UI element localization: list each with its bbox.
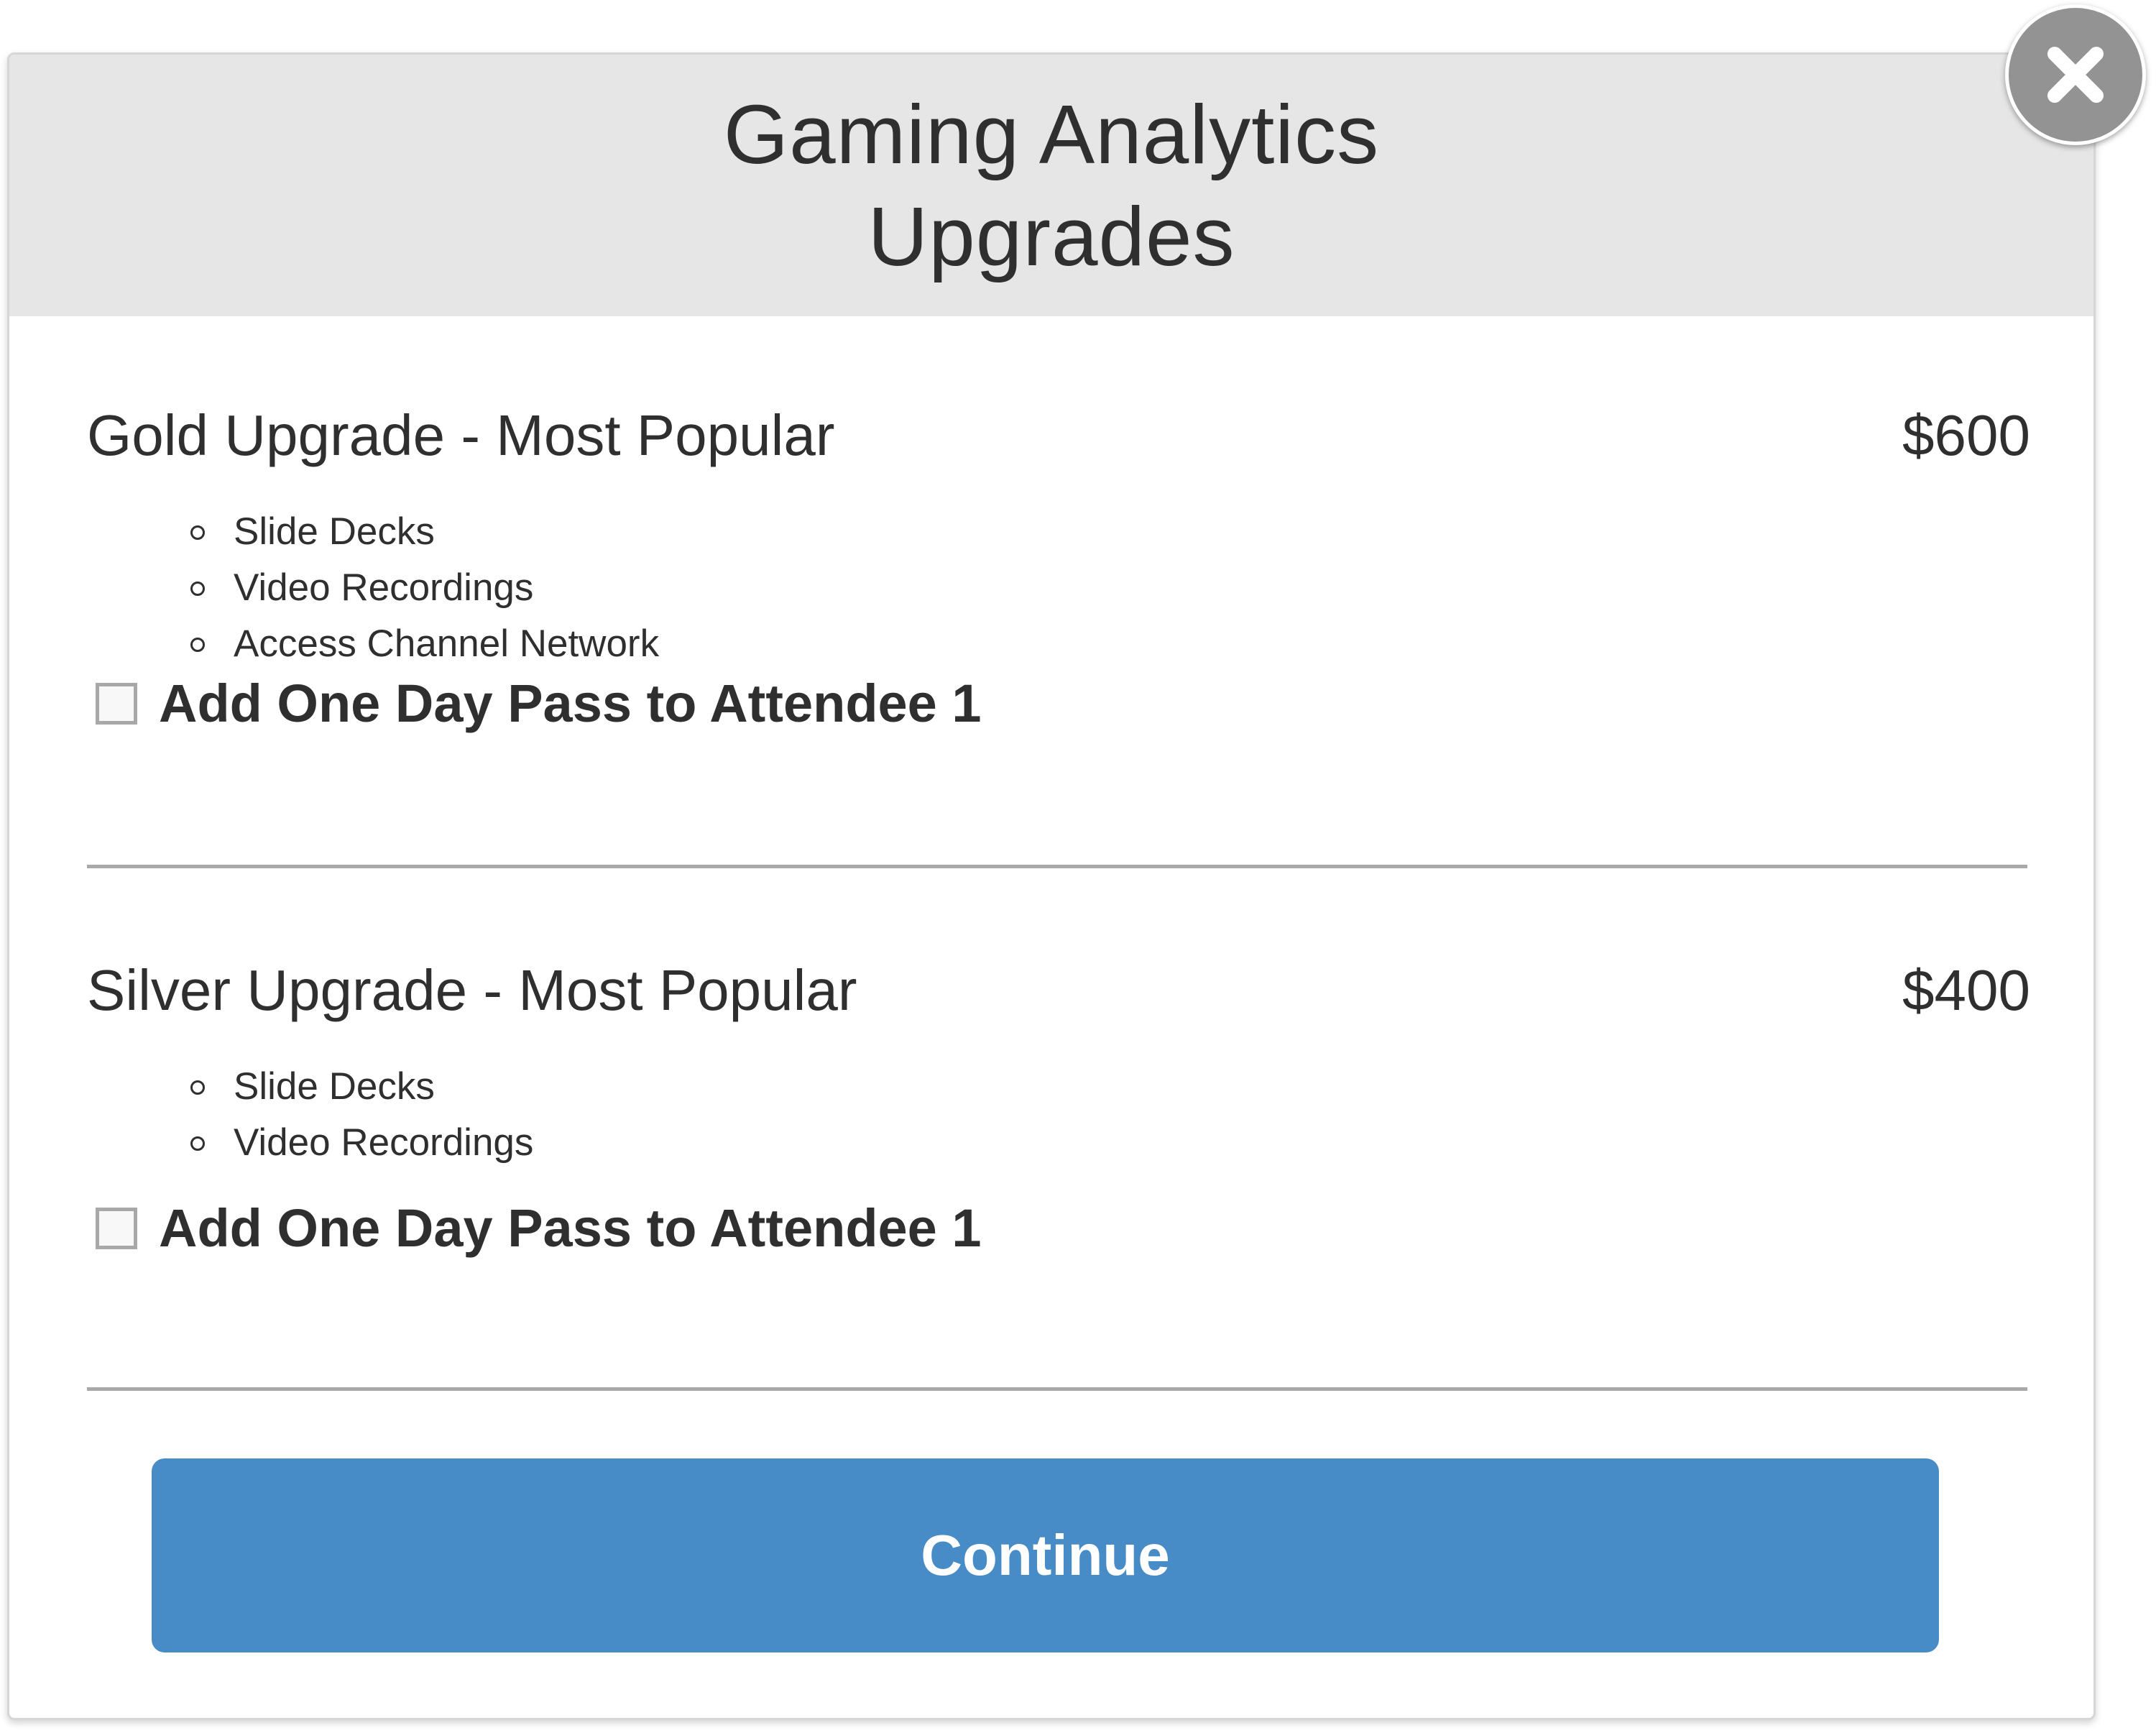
feature-item: Slide Decks	[190, 504, 659, 560]
feature-label: Video Recordings	[234, 1121, 534, 1164]
bullet-icon	[190, 1080, 205, 1095]
section-divider	[87, 865, 2027, 868]
upgrade-title: Silver Upgrade - Most Popular	[87, 958, 857, 1022]
feature-label: Slide Decks	[234, 1065, 435, 1108]
feature-label: Access Channel Network	[234, 622, 660, 665]
feature-item: Slide Decks	[190, 1059, 533, 1115]
feature-item: Access Channel Network	[190, 616, 659, 672]
bullet-icon	[190, 1136, 205, 1151]
modal-title-line-2: Upgrades	[867, 190, 1235, 283]
bullet-icon	[190, 582, 205, 596]
close-icon	[2047, 47, 2104, 103]
feature-label: Video Recordings	[234, 566, 534, 609]
bullet-icon	[190, 638, 205, 652]
feature-item: Video Recordings	[190, 560, 659, 616]
section-divider	[87, 1387, 2027, 1391]
upgrades-modal: Gaming Analytics Upgrades Gold Upgrade -…	[7, 52, 2096, 1720]
feature-list: Slide Decks Video Recordings	[190, 1059, 533, 1171]
modal-header: Gaming Analytics Upgrades	[9, 55, 2093, 316]
add-day-pass-checkbox[interactable]	[96, 682, 137, 725]
continue-button[interactable]: Continue	[152, 1458, 1939, 1652]
add-day-pass-label[interactable]: Add One Day Pass to Attendee 1	[159, 673, 982, 734]
add-day-pass-checkbox[interactable]	[96, 1207, 137, 1249]
feature-label: Slide Decks	[234, 510, 435, 553]
add-day-pass-label[interactable]: Add One Day Pass to Attendee 1	[159, 1198, 982, 1259]
upgrade-price: $600	[1902, 403, 2030, 467]
feature-list: Slide Decks Video Recordings Access Chan…	[190, 504, 659, 672]
upgrade-title: Gold Upgrade - Most Popular	[87, 403, 835, 467]
continue-button-label: Continue	[921, 1523, 1170, 1587]
add-day-pass-option[interactable]: Add One Day Pass to Attendee 1	[96, 1198, 982, 1259]
upgrade-price: $400	[1902, 958, 2030, 1022]
modal-title-line-1: Gaming Analytics	[723, 88, 1380, 181]
add-day-pass-option[interactable]: Add One Day Pass to Attendee 1	[96, 673, 982, 734]
feature-item: Video Recordings	[190, 1115, 533, 1171]
bullet-icon	[190, 525, 205, 540]
close-button[interactable]	[2005, 4, 2146, 145]
